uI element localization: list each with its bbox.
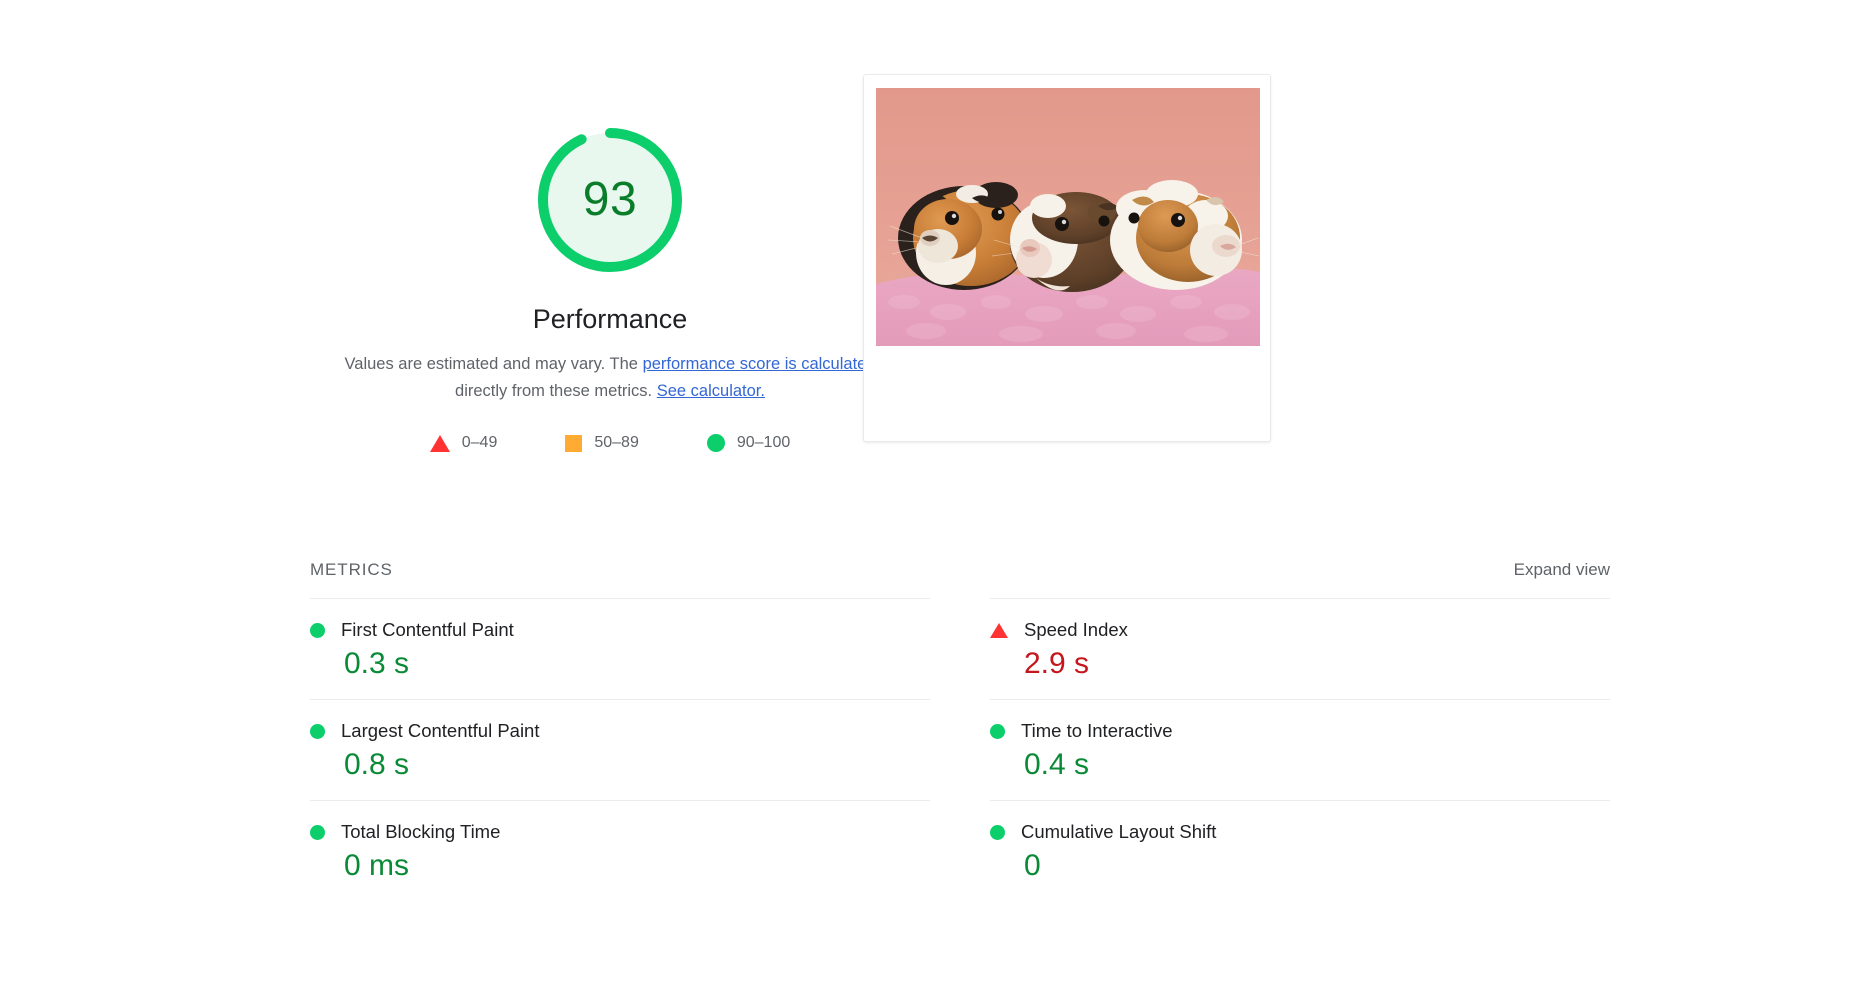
metric-header: Largest Contentful Paint — [310, 720, 930, 742]
metric-item[interactable]: Cumulative Layout Shift 0 — [990, 800, 1610, 901]
metrics-heading: METRICS — [310, 560, 393, 579]
metrics-section: METRICS Expand view First Contentful Pai… — [310, 560, 1610, 901]
legend-label-fail: 0–49 — [461, 434, 498, 452]
metric-value: 0 — [1024, 849, 1041, 882]
metric-value: 0 ms — [344, 849, 410, 882]
expand-view-button[interactable]: Expand view — [1514, 560, 1610, 580]
category-title: Performance — [532, 304, 688, 334]
guinea-pigs-photo — [876, 88, 1260, 346]
legend-label-average: 50–89 — [594, 434, 639, 452]
metric-title: Largest Contentful Paint — [341, 720, 540, 741]
score-and-screenshot-section: 93 Performance Values are estimated and … — [310, 60, 1610, 520]
metric-value: 0.3 s — [344, 647, 410, 680]
metric-item[interactable]: First Contentful Paint 0.3 s — [310, 598, 930, 699]
score-disclaimer: Values are estimated and may vary. The p… — [338, 351, 883, 404]
metric-title: Cumulative Layout Shift — [1021, 821, 1217, 842]
average-square-icon — [565, 434, 583, 452]
fail-triangle-icon — [990, 622, 1008, 638]
legend-label-pass: 90–100 — [736, 434, 791, 452]
metric-title: First Contentful Paint — [341, 619, 514, 640]
pass-circle-icon — [310, 723, 325, 739]
metrics-grid: First Contentful Paint 0.3 s Speed Index 2.… — [310, 598, 1610, 901]
metric-item[interactable]: Largest Contentful Paint 0.8 s — [310, 699, 930, 800]
metric-title: Total Blocking Time — [341, 821, 501, 842]
legend-item-pass: 90–100 — [706, 434, 791, 453]
pass-circle-icon — [990, 824, 1005, 840]
legend-item-average: 50–89 — [565, 434, 639, 452]
legend-item-fail: 0–49 — [429, 434, 498, 452]
metric-title: Time to Interactive — [1021, 720, 1173, 741]
metric-value: 2.9 s — [1024, 647, 1090, 680]
metric-header: Speed Index — [990, 619, 1610, 641]
metric-header: Total Blocking Time — [310, 821, 930, 843]
disclaimer-text-pre: Values are estimated and may vary. The — [344, 355, 643, 373]
metric-item[interactable]: Total Blocking Time 0 ms — [310, 800, 930, 901]
gauge-score-value: 93 — [582, 173, 638, 226]
see-calculator-link[interactable]: See calculator. — [657, 382, 765, 400]
final-screenshot-card[interactable] — [863, 74, 1271, 442]
metric-value: 0.4 s — [1024, 748, 1090, 781]
performance-gauge[interactable]: 93 — [528, 118, 692, 282]
metric-header: Cumulative Layout Shift — [990, 821, 1610, 843]
metric-item[interactable]: Time to Interactive 0.4 s — [990, 699, 1610, 800]
pass-circle-icon — [706, 434, 725, 453]
score-scale-legend: 0–49 50–89 90–100 — [310, 434, 910, 453]
metrics-header: METRICS Expand view — [310, 560, 1610, 598]
performance-gauge-panel: 93 Performance Values are estimated and … — [310, 60, 910, 453]
pass-circle-icon — [310, 622, 325, 638]
performance-score-calculated-link[interactable]: performance score is calculated — [643, 355, 876, 373]
metric-title: Speed Index — [1024, 619, 1128, 640]
metric-header: First Contentful Paint — [310, 619, 930, 641]
metric-header: Time to Interactive — [990, 720, 1610, 742]
disclaimer-text-mid: directly from these metrics. — [455, 381, 657, 400]
fail-triangle-icon — [429, 434, 450, 452]
metric-item[interactable]: Speed Index 2.9 s — [990, 598, 1610, 699]
metric-value: 0.8 s — [344, 748, 410, 781]
pass-circle-icon — [310, 824, 325, 840]
final-screenshot-frame — [876, 88, 1260, 346]
lighthouse-performance-report: 93 Performance Values are estimated and … — [0, 0, 1874, 991]
pass-circle-icon — [990, 723, 1005, 739]
